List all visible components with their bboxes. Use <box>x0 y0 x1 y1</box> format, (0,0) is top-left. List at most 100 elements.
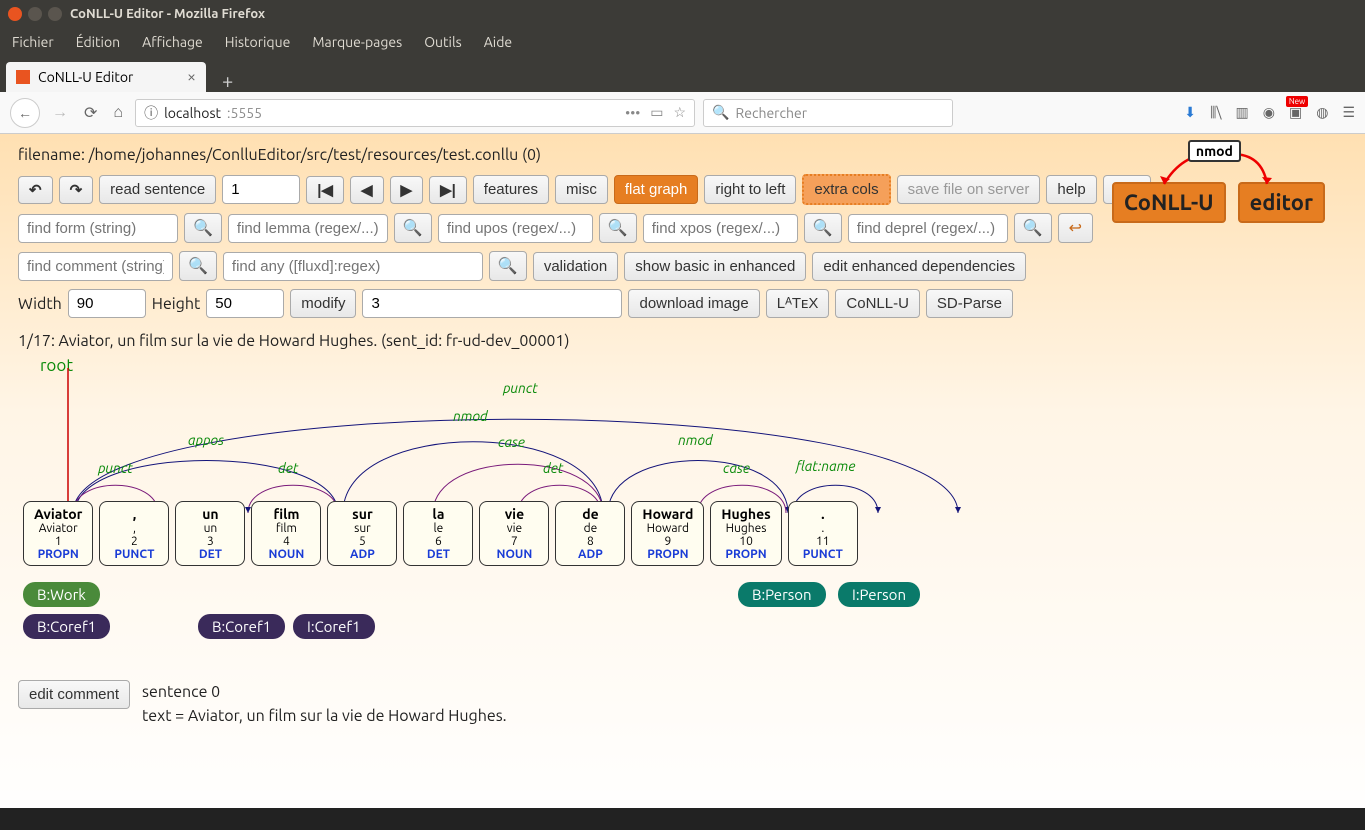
token-7[interactable]: vievie7NOUN <box>479 501 549 566</box>
find-xpos-go[interactable]: 🔍 <box>804 213 842 243</box>
latex-button[interactable]: LᴬTᴇX <box>766 289 830 318</box>
read-sentence-button[interactable]: read sentence <box>99 175 216 204</box>
token-8[interactable]: dede8ADP <box>555 501 625 566</box>
menu-view[interactable]: Affichage <box>142 34 203 50</box>
find-deprel-go[interactable]: 🔍 <box>1014 213 1052 243</box>
reader-mode-icon[interactable]: ▭ <box>650 104 663 121</box>
edit-comment-button[interactable]: edit comment <box>18 680 130 709</box>
tag-iperson[interactable]: I:Person <box>838 582 920 607</box>
menu-bookmarks[interactable]: Marque-pages <box>312 34 402 50</box>
profile-icon[interactable]: ◍ <box>1316 104 1328 121</box>
find-lemma-go[interactable]: 🔍 <box>394 213 432 243</box>
validation-button[interactable]: validation <box>533 252 618 281</box>
find-upos-input[interactable] <box>438 214 593 243</box>
menu-history[interactable]: Historique <box>225 34 291 50</box>
tag-bperson[interactable]: B:Person <box>738 582 826 607</box>
extra-cols-button[interactable]: extra cols <box>802 174 890 205</box>
sdparse-button[interactable]: SD-Parse <box>926 289 1013 318</box>
find-form-input[interactable] <box>18 214 178 243</box>
arc-label-det2[interactable]: det <box>543 460 563 476</box>
misc-button[interactable]: misc <box>555 175 608 204</box>
page-action-icon[interactable]: ••• <box>625 105 640 121</box>
height-input[interactable] <box>206 289 284 318</box>
find-comment-go[interactable]: 🔍 <box>179 251 217 281</box>
nav-home-button[interactable]: ⌂ <box>109 99 127 126</box>
find-any-go[interactable]: 🔍 <box>489 251 527 281</box>
token-4[interactable]: filmfilm4NOUN <box>251 501 321 566</box>
arc-label-flatname[interactable]: flat:name <box>796 458 855 474</box>
modify-button[interactable]: modify <box>290 289 356 318</box>
find-comment-input[interactable] <box>18 252 173 281</box>
rtl-button[interactable]: right to left <box>704 175 796 204</box>
tag-bwork[interactable]: B:Work <box>23 582 100 607</box>
arc-label-nmod[interactable]: nmod <box>453 408 488 424</box>
token-9[interactable]: HowardHoward9PROPN <box>631 501 704 566</box>
sentence-number-input[interactable] <box>222 175 300 204</box>
window-close-button[interactable] <box>8 7 22 21</box>
help-button[interactable]: help <box>1046 175 1096 204</box>
flat-graph-button[interactable]: flat graph <box>614 175 699 204</box>
nav-reload-button[interactable]: ⟳ <box>80 99 101 126</box>
token-6[interactable]: lale6DET <box>403 501 473 566</box>
three-input[interactable] <box>362 289 622 318</box>
toolbar-row-3: 🔍 🔍 validation show basic in enhanced ed… <box>18 251 1347 281</box>
arc-label-case[interactable]: case <box>498 434 525 450</box>
arc-label-punct[interactable]: punct <box>503 380 538 396</box>
edit-enhanced-button[interactable]: edit enhanced dependencies <box>812 252 1026 281</box>
features-button[interactable]: features <box>473 175 549 204</box>
tag-icoref[interactable]: I:Coref1 <box>293 614 375 639</box>
window-minimize-button[interactable] <box>28 7 42 21</box>
token-3[interactable]: unun3DET <box>175 501 245 566</box>
next-sentence-button[interactable]: ▶ <box>390 176 424 204</box>
menu-edit[interactable]: Édition <box>76 34 120 50</box>
redo-button[interactable]: ↷ <box>59 176 94 204</box>
tag-bcoref-2[interactable]: B:Coref1 <box>198 614 285 639</box>
token-1[interactable]: AviatorAviator1PROPN <box>23 501 93 566</box>
token-10[interactable]: HughesHughes10PROPN <box>710 501 781 566</box>
bookmark-star-icon[interactable]: ☆ <box>674 104 687 121</box>
token-11[interactable]: ..11PUNCT <box>788 501 858 566</box>
width-input[interactable] <box>68 289 146 318</box>
tag-bcoref-1[interactable]: B:Coref1 <box>23 614 110 639</box>
menu-tools[interactable]: Outils <box>424 34 462 50</box>
find-any-input[interactable] <box>223 252 483 281</box>
addon-icon[interactable]: ▣ <box>1289 104 1302 121</box>
arc-label-punct2[interactable]: punct <box>98 460 133 476</box>
find-upos-go[interactable]: 🔍 <box>599 213 637 243</box>
downloads-icon[interactable]: ⬇ <box>1184 104 1196 121</box>
hamburger-menu-icon[interactable]: ☰ <box>1342 104 1355 121</box>
token-2[interactable]: ,,2PUNCT <box>99 501 169 566</box>
find-deprel-input[interactable] <box>848 214 1008 243</box>
nav-back-button[interactable]: ← <box>10 98 40 128</box>
arc-label-appos[interactable]: appos <box>188 432 224 448</box>
undo-button[interactable]: ↶ <box>18 176 53 204</box>
search-bar[interactable]: 🔍 Rechercher <box>703 99 953 127</box>
sidebar-icon[interactable]: ▥ <box>1236 104 1249 121</box>
save-button[interactable]: save file on server <box>897 175 1041 204</box>
download-image-button[interactable]: download image <box>628 289 759 318</box>
window-maximize-button[interactable] <box>48 7 62 21</box>
find-undo-button[interactable]: ↩ <box>1058 213 1093 243</box>
find-lemma-input[interactable] <box>228 214 388 243</box>
token-5[interactable]: sursur5ADP <box>327 501 397 566</box>
new-tab-button[interactable]: + <box>212 69 243 92</box>
first-sentence-button[interactable]: |◀ <box>306 176 344 204</box>
library-icon[interactable]: ⫼\ <box>1210 104 1222 121</box>
find-form-go[interactable]: 🔍 <box>184 213 222 243</box>
prev-sentence-button[interactable]: ◀ <box>350 176 384 204</box>
conllu-button[interactable]: CoNLL-U <box>835 289 920 318</box>
arc-label-case2[interactable]: case <box>723 460 750 476</box>
menu-file[interactable]: Fichier <box>12 34 54 50</box>
browser-tab[interactable]: CoNLL-U Editor × <box>6 62 206 92</box>
arc-label-det[interactable]: det <box>278 460 298 476</box>
site-info-icon[interactable]: ⓘ <box>144 103 158 123</box>
arc-label-nmod2[interactable]: nmod <box>678 432 713 448</box>
show-basic-button[interactable]: show basic in enhanced <box>624 252 806 281</box>
menu-help[interactable]: Aide <box>484 34 512 50</box>
nav-forward-button[interactable]: → <box>48 99 72 126</box>
tab-close-button[interactable]: × <box>187 68 196 86</box>
shield-icon[interactable]: ◉ <box>1263 104 1275 121</box>
last-sentence-button[interactable]: ▶| <box>429 176 467 204</box>
url-bar[interactable]: ⓘ localhost:5555 ••• ▭ ☆ <box>135 99 695 127</box>
find-xpos-input[interactable] <box>643 214 798 243</box>
